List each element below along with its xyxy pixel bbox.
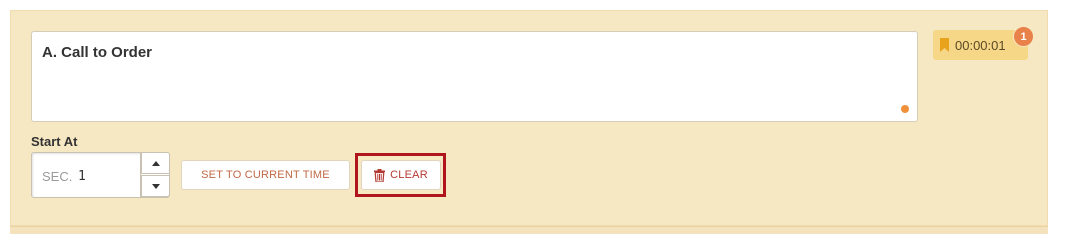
set-to-current-time-button[interactable]: SET TO CURRENT TIME bbox=[181, 160, 350, 190]
status-dot bbox=[901, 105, 909, 113]
timestamp-count-badge: 1 bbox=[1013, 26, 1034, 47]
caret-up-icon bbox=[151, 160, 160, 166]
panel-divider bbox=[10, 226, 1048, 234]
seconds-unit-prefix: SEC. bbox=[42, 169, 73, 184]
agenda-item-title-field[interactable]: A. Call to Order bbox=[31, 31, 918, 122]
bookmark-icon bbox=[940, 38, 949, 52]
increment-button[interactable] bbox=[141, 152, 170, 174]
caret-down-icon bbox=[151, 183, 160, 189]
clear-button-highlight bbox=[355, 153, 446, 197]
decrement-button[interactable] bbox=[141, 175, 170, 197]
agenda-item-title: A. Call to Order bbox=[42, 44, 153, 61]
seconds-value[interactable]: 1 bbox=[78, 169, 86, 184]
start-at-label: Start At bbox=[31, 134, 78, 149]
timestamp-time: 00:00:01 bbox=[955, 37, 1006, 53]
start-seconds-input[interactable]: SEC. 1 bbox=[31, 152, 170, 198]
seconds-stepper bbox=[140, 152, 170, 198]
